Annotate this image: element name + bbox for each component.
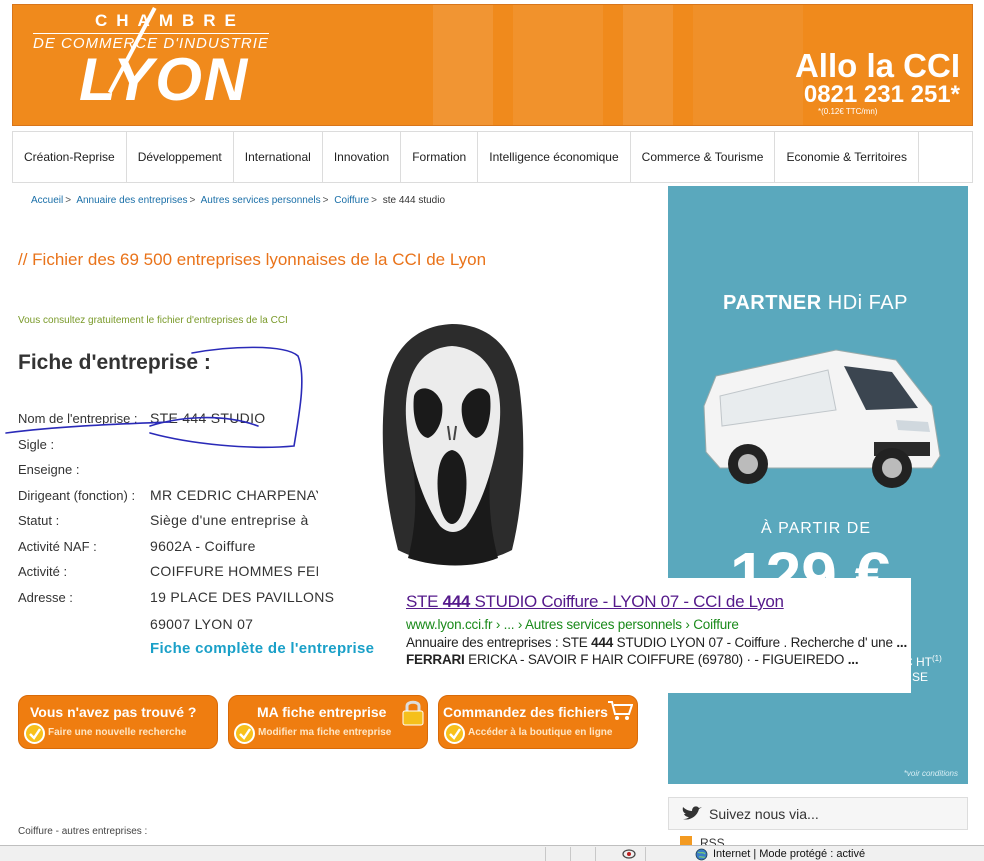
mask-image	[382, 324, 524, 566]
browser-page: CHAMBRE DE COMMERCE D'INDUSTRIE LYON All…	[0, 0, 984, 861]
nav-item-commerce-tourisme[interactable]: Commerce & Tourisme	[631, 132, 776, 182]
banner-pattern	[513, 5, 603, 125]
ad-sub: À PARTIR DE	[761, 520, 871, 537]
nav-item-developpement[interactable]: Développement	[127, 132, 234, 182]
nav-item-creation-reprise[interactable]: Création-Reprise	[13, 132, 127, 182]
result-title-post: STUDIO Coiffure - LYON 07 - CCI de Lyon	[470, 592, 784, 611]
header-banner: CHAMBRE DE COMMERCE D'INDUSTRIE LYON All…	[12, 4, 973, 126]
my-company-sub: Modifier ma fiche entreprise	[258, 727, 392, 738]
search-result-snippet-2: FERRARI ERICKA - SAVOIR F HAIR COIFFURE …	[406, 652, 911, 667]
field-value-statut: Siège d'une entreprise à	[150, 512, 309, 528]
my-company-button[interactable]: MA fiche entreprise Modifier ma fiche en…	[228, 695, 428, 749]
full-record-link[interactable]: Fiche complète de l'entreprise	[150, 640, 374, 657]
snippet2-end: ...	[847, 652, 859, 667]
ad-title: PARTNER HDi FAP	[723, 292, 908, 315]
snippet2-bold: FERRARI	[406, 652, 465, 667]
banner-pattern	[623, 5, 673, 125]
check-icon	[444, 723, 465, 744]
snippet2-post: ERICKA - SAVOIR F HAIR COIFFURE (69780) …	[464, 652, 848, 667]
search-result: STE 444 STUDIO Coiffure - LYON 07 - CCI …	[395, 578, 911, 693]
field-value-activite: COIFFURE HOMMES FEMMES	[150, 563, 318, 579]
nav-item-innovation[interactable]: Innovation	[323, 132, 402, 182]
allo-phone[interactable]: 0821 231 251*	[804, 81, 960, 109]
field-value-dirigeant: MR CEDRIC CHARPENAY	[150, 487, 318, 503]
ad-title-thin: HDi FAP	[827, 292, 908, 314]
result-title-bold: 444	[442, 592, 471, 611]
nav-item-economie-territoires[interactable]: Economie & Territoires	[775, 132, 919, 182]
field-label-activite: Activité :	[18, 564, 68, 579]
globe-icon	[695, 848, 708, 861]
status-divider	[645, 847, 646, 861]
free-note: Vous consultez gratuitement le fichier d…	[18, 315, 288, 326]
my-company-title: MA fiche entreprise	[257, 704, 387, 720]
lock-icon	[402, 700, 424, 726]
field-value-ville: 69007 LYON 07	[150, 616, 254, 632]
cart-icon	[608, 701, 633, 720]
ad-title-bold: PARTNER	[723, 292, 822, 314]
field-label-enseigne: Enseigne :	[18, 462, 80, 477]
breadcrumb-accueil[interactable]: Accueil	[31, 195, 63, 206]
ad-se: SE	[912, 670, 929, 684]
follow-box: Suivez nous via...	[668, 797, 968, 830]
breadcrumb-current: ste 444 studio	[382, 195, 446, 206]
banner-pattern	[693, 5, 803, 125]
snippet1-end: ...	[896, 635, 908, 650]
banner-pattern	[433, 5, 493, 125]
follow-label[interactable]: Suivez nous via...	[709, 806, 819, 822]
page-heading: // Fichier des 69 500 entreprises lyonna…	[18, 250, 487, 269]
field-label-dirigeant: Dirigeant (fonction) :	[18, 488, 136, 503]
allo-title: Allo la CCI	[794, 47, 960, 84]
twitter-bird-icon	[682, 806, 702, 820]
breadcrumb: Accueil > Annuaire des entreprises > Autre…	[31, 195, 445, 206]
other-companies-label: Coiffure - autres entreprises :	[18, 826, 148, 837]
privacy-eye-icon[interactable]	[622, 848, 636, 860]
ad-ht-sup: (1)	[932, 654, 942, 663]
search-result-url[interactable]: www.lyon.cci.fr › ... › Autres services …	[406, 617, 911, 632]
browser-status-bar: Internet | Mode protégé : activé	[0, 845, 984, 861]
order-files-title: Commandez des fichiers	[443, 704, 608, 720]
status-divider	[570, 847, 571, 861]
nav-item-intelligence[interactable]: Intelligence économique	[478, 132, 631, 182]
check-icon	[234, 723, 255, 744]
new-search-title: Vous n'avez pas trouvé ?	[30, 704, 197, 720]
order-files-sub: Accéder à la boutique en ligne	[468, 727, 613, 738]
van-image	[703, 349, 941, 488]
breadcrumb-annuaire[interactable]: Annuaire des entreprises	[76, 195, 187, 206]
main-nav: Création-Reprise Développement Internati…	[12, 131, 973, 183]
rss-icon	[680, 836, 692, 845]
new-search-sub: Faire une nouvelle recherche	[48, 727, 187, 738]
status-text: Internet | Mode protégé : activé	[713, 848, 866, 860]
field-value-naf: 9602A - Coiffure	[150, 538, 256, 554]
status-divider	[595, 847, 596, 861]
ad-conditions[interactable]: *voir conditions	[904, 769, 958, 778]
snippet1-post: STUDIO LYON 07 - Coiffure . Recherche d'…	[613, 635, 897, 650]
ad-banner[interactable]: PARTNER HDi FAP À PARTIR DE 129 € C HT(1…	[668, 186, 968, 784]
status-divider	[545, 847, 546, 861]
field-label-naf: Activité NAF :	[18, 539, 97, 554]
order-files-button[interactable]: Commandez des fichiers Accéder à la bout…	[438, 695, 638, 749]
breadcrumb-coiffure[interactable]: Coiffure	[334, 195, 369, 206]
snippet1-bold: 444	[591, 635, 614, 650]
field-label-statut: Statut :	[18, 513, 60, 528]
annotation-scribble	[5, 346, 303, 449]
allo-note: *(0.12€ TTC/mn)	[818, 107, 878, 116]
nav-item-international[interactable]: International	[234, 132, 323, 182]
breadcrumb-sep: >	[371, 195, 377, 206]
breadcrumb-sep: >	[65, 195, 72, 206]
logo-lyon[interactable]: LYON	[79, 45, 249, 114]
field-value-adresse: 19 PLACE DES PAVILLONS	[150, 589, 335, 605]
logo-chambre: CHAMBRE	[95, 11, 245, 30]
field-label-adresse: Adresse :	[18, 590, 73, 605]
check-icon	[24, 723, 45, 744]
search-result-title[interactable]: STE 444 STUDIO Coiffure - LYON 07 - CCI …	[406, 592, 911, 612]
breadcrumb-autres-services[interactable]: Autres services personnels	[201, 195, 321, 206]
search-result-snippet-1: Annuaire des entreprises : STE 444 STUDI…	[406, 635, 911, 650]
nav-item-formation[interactable]: Formation	[401, 132, 479, 182]
result-title-pre: STE	[406, 592, 443, 611]
snippet1-pre: Annuaire des entreprises : STE	[406, 635, 592, 650]
breadcrumb-sep: >	[322, 195, 329, 206]
new-search-button[interactable]: Vous n'avez pas trouvé ? Faire une nouve…	[18, 695, 218, 749]
breadcrumb-sep: >	[189, 195, 196, 206]
